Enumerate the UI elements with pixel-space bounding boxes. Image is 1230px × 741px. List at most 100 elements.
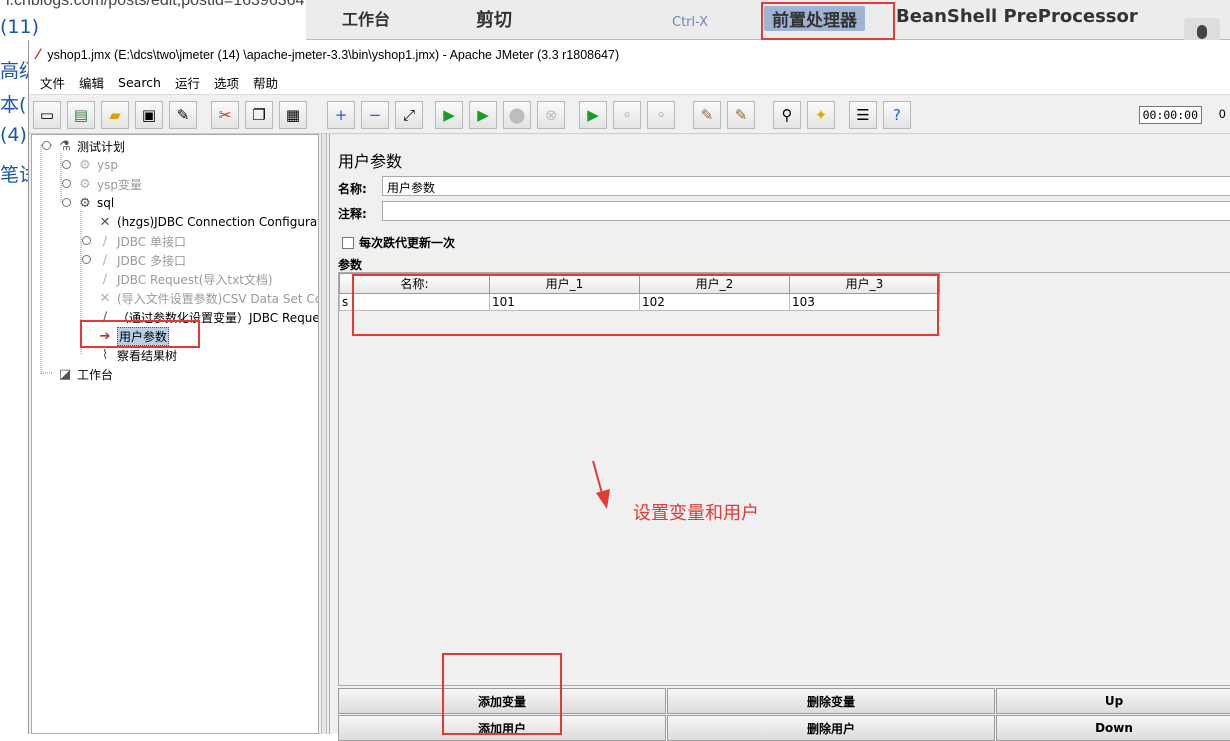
table-cell[interactable]: 103 xyxy=(789,293,940,311)
tree-node[interactable]: ◪ 工作台 xyxy=(56,365,113,383)
add-user-button[interactable]: 添加用户 xyxy=(338,715,666,741)
tree-node-label: (hzgs)JDBC Connection Configuratio xyxy=(117,215,319,229)
tree-node[interactable]: ⚙ ysp xyxy=(62,156,118,174)
remote-stop-icon[interactable]: ⚬ xyxy=(613,101,641,129)
tree-node-label: (导入文件设置参数)CSV Data Set Cor xyxy=(117,291,319,306)
function-helper-icon[interactable]: ☰ xyxy=(849,101,877,129)
search-icon[interactable]: ⚲ xyxy=(773,101,801,129)
start-icon[interactable]: ▶ xyxy=(435,101,463,129)
toggle-icon[interactable]: ⤢ xyxy=(395,101,423,129)
table-cell[interactable]: 102 xyxy=(639,293,790,311)
browser-url: i.cnblogs.com/posts/edit;postid=16396364 xyxy=(6,0,305,9)
open-icon[interactable]: ▰ xyxy=(101,101,129,129)
new-icon[interactable]: ▭ xyxy=(33,101,61,129)
column-header[interactable]: 用户_3 xyxy=(789,273,940,294)
comment-label: 注释: xyxy=(338,207,367,221)
expand-toggle-icon[interactable] xyxy=(82,255,91,264)
tree-node[interactable]: ⚗ 测试计划 xyxy=(42,137,125,155)
pipette-icon: ∕ xyxy=(102,233,108,249)
parameters-label: 参数 xyxy=(338,258,363,272)
table-cell[interactable]: 101 xyxy=(489,293,640,311)
pipette-icon: ∕ xyxy=(102,252,108,268)
pipette-icon: ∕ xyxy=(102,309,108,325)
comment-field[interactable] xyxy=(382,201,1230,221)
split-pane-divider[interactable] xyxy=(321,134,327,734)
reset-search-icon[interactable]: ✦ xyxy=(807,101,835,129)
menu-run[interactable]: 运行 xyxy=(168,73,207,92)
shutdown-icon[interactable]: ⊗ xyxy=(537,101,565,129)
name-field[interactable]: 用户参数 xyxy=(382,176,1230,196)
tree-node[interactable]: ⚙ sql xyxy=(62,194,114,212)
panel-title: 用户参数 xyxy=(338,152,403,171)
tree-node[interactable]: ⚙ ysp变量 xyxy=(62,175,142,193)
remote-start-icon[interactable]: ▶ xyxy=(579,101,607,129)
menu-edit[interactable]: 编辑 xyxy=(72,73,111,92)
expand-toggle-icon[interactable] xyxy=(42,141,51,150)
start-no-pause-icon[interactable]: ▶ xyxy=(469,101,497,129)
user-parameters-panel: 用户参数 名称: 用户参数 注释: 每次跌代更新一次 参数 名称: 用户_1 用… xyxy=(329,134,1230,741)
expand-toggle-icon[interactable] xyxy=(62,179,71,188)
gear-icon: ⚙ xyxy=(79,195,91,211)
preprocessor-icon: ➔ xyxy=(99,328,111,344)
templates-icon[interactable]: ▤ xyxy=(67,101,95,129)
tree-node[interactable]: ∕ （通过参数化设置变量）JDBC Reque xyxy=(96,308,318,326)
bg-shortcut: Ctrl-X xyxy=(672,15,709,30)
active-thread-count: 0 xyxy=(1218,107,1226,121)
wrench-icon: ✕ xyxy=(99,290,111,306)
bg-side-text: 本( xyxy=(0,94,27,116)
bg-beanshell-item: BeanShell PreProcessor xyxy=(896,6,1138,27)
menu-options[interactable]: 选项 xyxy=(207,73,246,92)
bg-side-text: (11) xyxy=(0,16,40,38)
save-as-icon[interactable]: ✎ xyxy=(169,101,197,129)
tree-node[interactable]: ∕ JDBC Request(导入txt文档) xyxy=(96,270,273,288)
column-header[interactable]: 用户_2 xyxy=(639,273,790,294)
column-header[interactable]: 名称: xyxy=(339,273,490,294)
remote-shutdown-icon[interactable]: ⚬ xyxy=(647,101,675,129)
expand-toggle-icon[interactable] xyxy=(62,160,71,169)
clear-icon[interactable]: ✎ xyxy=(693,101,721,129)
tree-node-label: ysp变量 xyxy=(97,177,142,192)
add-variable-button[interactable]: 添加变量 xyxy=(338,688,666,714)
column-header[interactable]: 用户_1 xyxy=(489,273,640,294)
menu-search[interactable]: Search xyxy=(111,75,168,90)
tree-node-label: 用户参数 xyxy=(117,326,170,346)
window-title: yshop1.jmx (E:\dcs\two\jmeter (14) \apac… xyxy=(47,48,620,62)
delete-variable-button[interactable]: 删除变量 xyxy=(667,688,995,714)
save-icon[interactable]: ▣ xyxy=(135,101,163,129)
test-plan-tree[interactable]: ⚗ 测试计划 ⚙ ysp ⚙ ysp变量 ⚙ sql ✕ (hzgs)JDBC Connectio… xyxy=(31,134,319,734)
copy-icon[interactable]: ❐ xyxy=(245,101,273,129)
tree-node-label: JDBC 多接口 xyxy=(117,253,186,268)
menu-file[interactable]: 文件 xyxy=(33,73,72,92)
tree-node[interactable]: ⌇ 察看结果树 xyxy=(96,346,177,364)
bg-cut-item: 剪切 xyxy=(476,10,512,31)
menu-bar: 文件 编辑 Search 运行 选项 帮助 xyxy=(29,70,1230,94)
collapse-icon[interactable]: − xyxy=(361,101,389,129)
expand-toggle-icon[interactable] xyxy=(62,198,71,207)
delete-user-button[interactable]: 删除用户 xyxy=(667,715,995,741)
bg-tab-label: 工作台 xyxy=(342,10,391,29)
tree-node[interactable]: ✕ (导入文件设置参数)CSV Data Set Cor xyxy=(96,289,319,307)
table-row[interactable]: s 101 102 103 xyxy=(339,293,940,311)
tree-node[interactable]: ∕ JDBC 多接口 xyxy=(82,251,186,269)
clear-all-icon[interactable]: ✎ xyxy=(727,101,755,129)
tree-node[interactable]: ∕ JDBC 单接口 xyxy=(82,232,186,250)
cut-icon[interactable]: ✂ xyxy=(211,101,239,129)
help-icon[interactable]: ? xyxy=(883,101,911,129)
move-up-button[interactable]: Up xyxy=(996,688,1230,714)
tree-node[interactable]: ✕ (hzgs)JDBC Connection Configuratio xyxy=(96,213,319,231)
gear-icon: ⚙ xyxy=(79,176,91,192)
menu-help[interactable]: 帮助 xyxy=(246,73,285,92)
stop-icon[interactable]: ⬤ xyxy=(503,101,531,129)
move-down-button[interactable]: Down xyxy=(996,715,1230,741)
tree-node[interactable]: ➔ 用户参数 xyxy=(96,326,170,346)
paste-icon[interactable]: ▦ xyxy=(279,101,307,129)
parameters-table[interactable]: 名称: 用户_1 用户_2 用户_3 s 101 102 103 xyxy=(339,273,940,311)
annotation-arrow xyxy=(592,460,610,509)
expand-icon[interactable]: + xyxy=(327,101,355,129)
table-cell[interactable]: s xyxy=(339,293,490,311)
expand-toggle-icon[interactable] xyxy=(82,236,91,245)
update-each-iteration[interactable]: 每次跌代更新一次 xyxy=(342,234,455,251)
flask-icon: ⚗ xyxy=(59,138,71,154)
tree-node-label: 工作台 xyxy=(77,367,114,382)
update-each-iteration-checkbox[interactable] xyxy=(342,236,354,249)
